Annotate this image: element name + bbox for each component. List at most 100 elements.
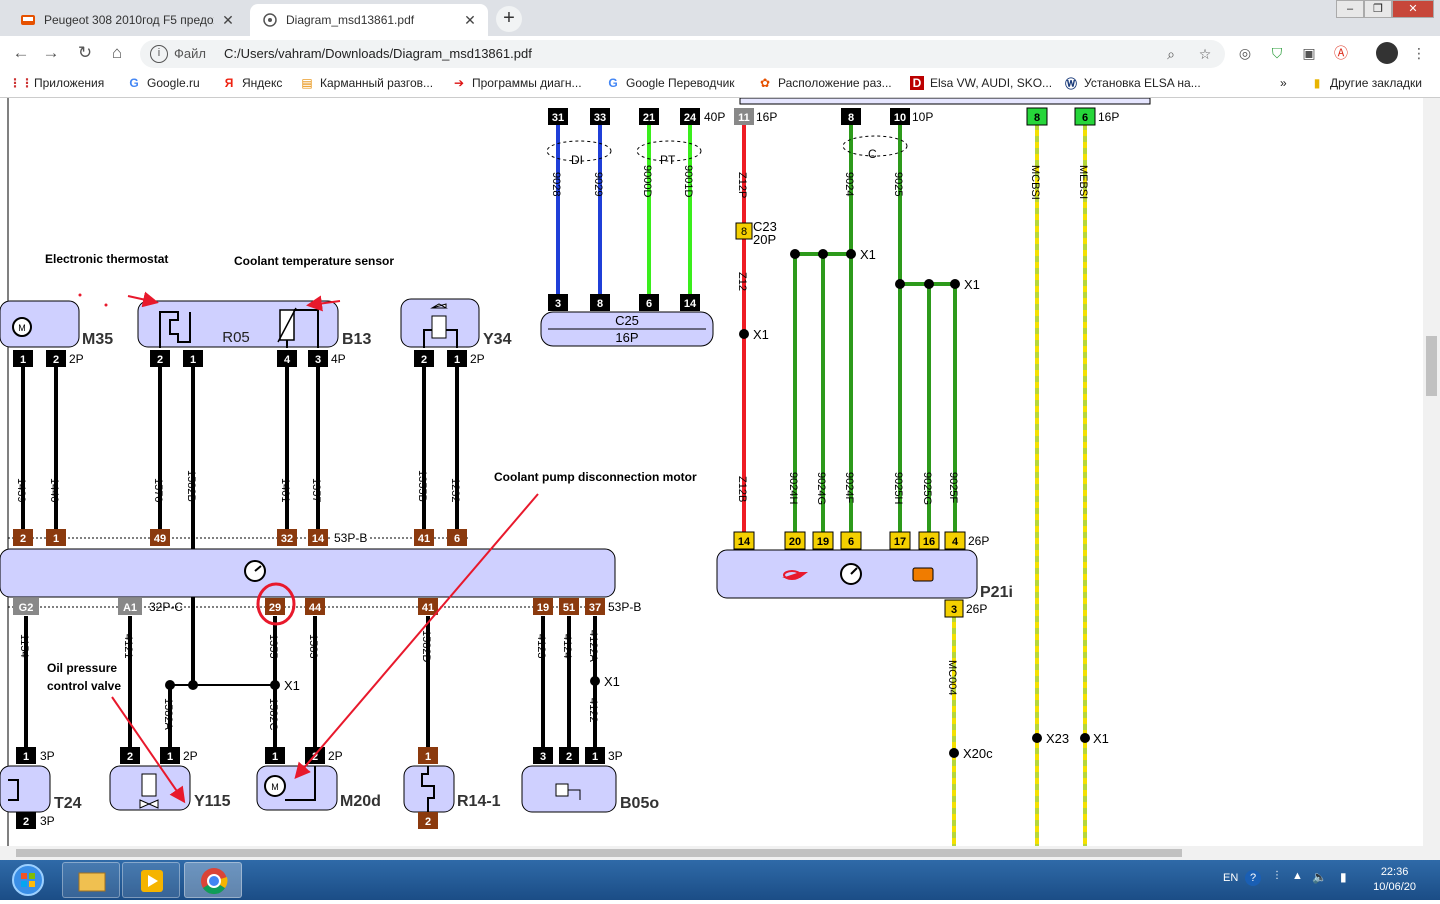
svg-text:17: 17: [894, 536, 906, 548]
svg-text:2P: 2P: [69, 352, 84, 366]
svg-text:9024F: 9024F: [843, 472, 855, 503]
bookmarks-bar: ⋮⋮ Приложения G Google.ru Я Яндекс ▤ Кар…: [0, 70, 1440, 98]
svg-text:1583: 1583: [307, 634, 319, 658]
bookmark-label: Программы диагн...: [472, 76, 582, 90]
svg-text:1440: 1440: [48, 478, 60, 502]
overflow-label: »: [1280, 76, 1287, 90]
connector-c25: C25 16P 3 8 6 14: [540, 294, 714, 347]
horizontal-scrollbar[interactable]: [0, 846, 1440, 860]
yandex-icon: Я: [224, 76, 234, 90]
component-y34: Y34: [400, 298, 512, 348]
adblock-icon[interactable]: Ⓐ: [1332, 44, 1350, 62]
svg-text:2: 2: [53, 354, 59, 366]
language-indicator[interactable]: EN: [1223, 872, 1238, 884]
car-icon: [20, 12, 36, 28]
svg-text:MC004: MC004: [946, 660, 958, 695]
svg-text:6: 6: [646, 298, 652, 310]
zoom-icon[interactable]: ⌕: [1162, 45, 1180, 63]
bookmark-elsa-install[interactable]: Ⓦ Установка ELSA на...: [1064, 76, 1201, 91]
url-text[interactable]: C:/Users/vahram/Downloads/Diagram_msd138…: [224, 46, 532, 61]
bookmark-pocket[interactable]: ▤ Карманный разгов...: [300, 76, 433, 90]
p21-wire-labels: Z12B 9024H 9024G 9024F 9025H 9025G 9025F: [736, 472, 959, 505]
svg-text:26P: 26P: [966, 602, 987, 616]
tab-peugeot[interactable]: Peugeot 308 2010год F5 предохранители ✕: [8, 4, 246, 36]
maximize-button[interactable]: ❐: [1364, 0, 1392, 18]
svg-text:1232: 1232: [449, 478, 461, 502]
svg-text:33: 33: [594, 112, 606, 124]
svg-text:37: 37: [589, 602, 601, 614]
ecu-connector-top: 2 1 49 32 14 53P-B 41 6: [8, 529, 470, 546]
bookmark-google[interactable]: G Google.ru: [127, 76, 199, 90]
start-button[interactable]: [4, 862, 52, 898]
shield-icon[interactable]: ⛉: [1268, 44, 1286, 62]
volume-icon[interactable]: 🔈: [1312, 870, 1327, 884]
tab-title: Diagram_msd13861.pdf: [286, 13, 415, 27]
bookmark-apps[interactable]: ⋮⋮ Приложения: [9, 76, 104, 90]
window-close-button[interactable]: ✕: [1392, 0, 1434, 18]
tray-icon[interactable]: ▲: [1292, 870, 1303, 882]
media-player-taskbar-item[interactable]: [122, 862, 180, 898]
svg-text:Electronic thermostat: Electronic thermostat: [45, 252, 168, 266]
bookmark-site-icon: ▤: [301, 76, 313, 90]
svg-text:10: 10: [894, 112, 906, 124]
annotation-pump-motor: Coolant pump disconnection motor: [256, 470, 697, 780]
extension-icon[interactable]: ◎: [1236, 44, 1254, 62]
extension-icon[interactable]: ▣: [1300, 44, 1318, 62]
explorer-taskbar-item[interactable]: [62, 862, 120, 898]
svg-text:9028: 9028: [550, 172, 562, 196]
svg-text:16P: 16P: [756, 110, 777, 124]
close-icon[interactable]: ✕: [220, 12, 236, 28]
bookmark-yandex[interactable]: Я Яндекс: [222, 76, 283, 90]
bookmark-other[interactable]: ▮ Другие закладки: [1310, 76, 1422, 90]
svg-text:X1: X1: [860, 247, 876, 262]
bookmark-programs[interactable]: ➔ Программы диагн...: [452, 76, 582, 90]
bookmark-label: Elsa VW, AUDI, SKO...: [930, 76, 1053, 90]
bookmark-location[interactable]: ✿ Расположение раз...: [758, 76, 892, 90]
temperature-gauge-icon: [840, 563, 862, 585]
svg-text:R14-1: R14-1: [457, 793, 501, 810]
svg-text:4122A: 4122A: [587, 630, 599, 662]
close-icon[interactable]: ✕: [462, 12, 478, 28]
svg-text:26P: 26P: [968, 534, 989, 548]
svg-text:3P: 3P: [40, 814, 55, 828]
svg-text:2P: 2P: [328, 749, 343, 763]
svg-text:M35: M35: [82, 331, 113, 348]
scroll-thumb[interactable]: [1426, 336, 1437, 396]
star-icon[interactable]: ☆: [1196, 45, 1214, 63]
svg-text:53P-B: 53P-B: [334, 531, 367, 545]
network-icon[interactable]: ▮: [1340, 870, 1347, 884]
svg-text:1: 1: [23, 751, 29, 763]
avatar[interactable]: [1376, 42, 1398, 64]
minimize-button[interactable]: –: [1336, 0, 1364, 18]
new-tab-button[interactable]: +: [496, 6, 522, 32]
svg-text:19: 19: [817, 536, 829, 548]
home-icon[interactable]: ⌂: [106, 42, 128, 64]
vw-icon: Ⓦ: [1064, 76, 1077, 91]
info-icon[interactable]: i: [150, 45, 168, 63]
clock[interactable]: 22:36 10/06/20: [1373, 865, 1416, 895]
chrome-taskbar-item[interactable]: [184, 862, 242, 898]
menu-icon[interactable]: ⋮: [1410, 44, 1428, 62]
bookmark-label: Установка ELSA на...: [1084, 76, 1201, 90]
svg-text:40P: 40P: [704, 110, 725, 124]
svg-text:M20d: M20d: [340, 793, 381, 810]
bookmark-translate[interactable]: G Google Переводчик: [606, 76, 734, 90]
bookmarks-overflow[interactable]: »: [1280, 76, 1287, 90]
svg-text:Coolant temperature sensor: Coolant temperature sensor: [234, 254, 394, 268]
help-icon[interactable]: ?: [1245, 870, 1261, 886]
tab-diagram[interactable]: Diagram_msd13861.pdf ✕: [250, 4, 488, 36]
svg-text:4122: 4122: [587, 698, 599, 722]
address-bar[interactable]: i Файл C:/Users/vahram/Downloads/Diagram…: [140, 40, 1225, 68]
pdf-viewer[interactable]: DI PT C 31 33 21 24 40P 11 16P 8 10 10P …: [0, 98, 1440, 858]
tray-expand-icon[interactable]: ⋮: [1272, 870, 1282, 881]
svg-text:16P: 16P: [615, 330, 638, 345]
bookmark-elsa[interactable]: D Elsa VW, AUDI, SKO...: [910, 76, 1052, 90]
vertical-scrollbar[interactable]: [1423, 98, 1440, 846]
svg-text:6: 6: [848, 536, 854, 548]
reload-icon[interactable]: ↻: [74, 42, 96, 64]
scroll-thumb[interactable]: [16, 849, 1182, 857]
d-icon: D: [910, 76, 924, 90]
back-icon[interactable]: ←: [10, 42, 32, 64]
forward-icon[interactable]: →: [40, 42, 62, 64]
svg-text:4124: 4124: [561, 634, 573, 658]
